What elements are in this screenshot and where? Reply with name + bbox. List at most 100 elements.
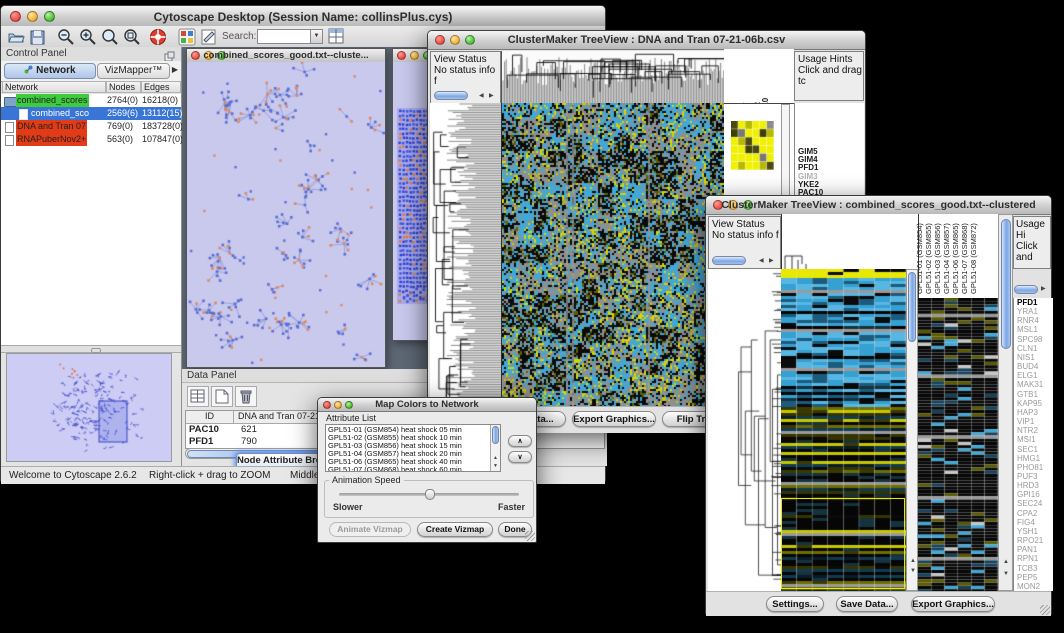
zoom-out-icon[interactable]: [57, 28, 77, 46]
tv2-heatmap-vscrollbar[interactable]: ▲ ▼: [906, 269, 918, 591]
tv2-column-label[interactable]: GPL51-06 (GSM865): [952, 223, 960, 294]
tv2-gene-label[interactable]: HAP3: [1014, 408, 1053, 417]
attribute-list-item[interactable]: GPL51-06 (GSM865) heat shock 40 min: [328, 458, 489, 466]
tv2-gene-label[interactable]: GTB1: [1014, 390, 1053, 399]
tv2-gene-label[interactable]: MON2: [1014, 582, 1053, 591]
scroll-down-icon[interactable]: ▼: [1003, 571, 1009, 578]
tv2-gene-label[interactable]: NTR2: [1014, 426, 1053, 435]
animation-speed-slider[interactable]: [339, 493, 519, 496]
scroll-up-icon[interactable]: ▲: [910, 558, 916, 565]
network-list-item[interactable]: combined_scores2764(0)16218(0): [1, 94, 181, 107]
tv2-gene-label[interactable]: PUF3: [1014, 472, 1053, 481]
tv2-gene-label[interactable]: VIP1: [1014, 417, 1053, 426]
tv2-gene-label[interactable]: CPA2: [1014, 509, 1053, 518]
network-list-item[interactable]: combined_sco2569(6)13112(15): [1, 107, 181, 120]
tv2-gene-label[interactable]: NIS1: [1014, 353, 1053, 362]
more-tabs-button[interactable]: ▶: [172, 65, 178, 74]
settings-button[interactable]: Settings...: [766, 596, 824, 612]
save-data-button[interactable]: Save Data...: [836, 596, 898, 612]
slider-thumb[interactable]: [425, 489, 435, 500]
search-input[interactable]: [257, 29, 311, 44]
tab-network[interactable]: Network: [4, 63, 96, 79]
tv2-gene-label[interactable]: RNR4: [1014, 316, 1053, 325]
tv2-column-label[interactable]: GPL51-07 (GSM868): [961, 223, 969, 294]
tv2-column-label[interactable]: GPL51-04 (GSM857): [943, 223, 951, 294]
zoom-in-icon[interactable]: [79, 28, 99, 46]
main-titlebar[interactable]: Cytoscape Desktop (Session Name: collins…: [1, 6, 605, 27]
tv2-gene-label[interactable]: SEC24: [1014, 499, 1053, 508]
new-attribute-icon[interactable]: [211, 386, 233, 407]
tv2-gene-label[interactable]: HRD3: [1014, 481, 1053, 490]
data-table-row-value[interactable]: 621: [241, 424, 257, 435]
tv2-usage-scrollbar[interactable]: ▶: [1013, 284, 1051, 297]
scroll-down-icon[interactable]: ▼: [910, 568, 916, 575]
tv2-gene-label[interactable]: FIG4: [1014, 518, 1053, 527]
tv2-gene-label[interactable]: PHO81: [1014, 463, 1053, 472]
save-icon[interactable]: [28, 28, 48, 46]
panel-splitter[interactable]: [1, 345, 181, 353]
tv1-row-dendrogram[interactable]: [430, 103, 501, 406]
help-lifesaver-icon[interactable]: [149, 28, 169, 46]
tv1-selected-submatrix-heatmap[interactable]: [731, 121, 774, 170]
tv2-gene-label[interactable]: YSH1: [1014, 527, 1053, 536]
delete-attribute-icon[interactable]: [235, 386, 257, 407]
zoom-fit-icon[interactable]: [101, 28, 121, 46]
view-status-scrollbar[interactable]: [712, 256, 746, 265]
network-list-item[interactable]: RNAPuberNov2+563(0)107847(0): [1, 133, 181, 146]
close-button[interactable]: [397, 51, 406, 60]
annotation-icon[interactable]: [200, 28, 220, 46]
scroll-left-icon[interactable]: ◀: [479, 93, 484, 100]
tv2-titlebar[interactable]: ClusterMaker TreeView : combined_scores_…: [706, 196, 1051, 215]
tv2-gene-label[interactable]: TCB3: [1014, 564, 1053, 573]
scroll-up-icon[interactable]: ▲: [1003, 559, 1009, 566]
attribute-list-item[interactable]: GPL51-01 (GSM854) heat shock 05 min: [328, 426, 489, 434]
export-graphics-button[interactable]: Export Graphics...: [911, 596, 995, 612]
move-up-button[interactable]: ∧: [508, 435, 532, 447]
attribute-list-vscrollbar[interactable]: ▲ ▼: [490, 425, 500, 471]
tv2-gene-label[interactable]: MSL1: [1014, 325, 1053, 334]
tv2-column-dendrogram[interactable]: [781, 214, 919, 269]
tv1-titlebar[interactable]: ClusterMaker TreeView : DNA and Tran 07-…: [428, 31, 865, 50]
scroll-up-icon[interactable]: ▲: [493, 455, 498, 462]
tv2-gene-vscrollbar[interactable]: ▲ ▼: [998, 214, 1013, 591]
tv2-gene-label[interactable]: MAK31: [1014, 380, 1053, 389]
attribute-list-item[interactable]: GPL51-02 (GSM855) heat shock 10 min: [328, 434, 489, 442]
attribute-list-item[interactable]: GPL51-03 (GSM856) heat shock 15 min: [328, 442, 489, 450]
tv2-column-label[interactable]: GPL51-02 (GSM855): [925, 223, 933, 294]
tv2-gene-label[interactable]: SPC98: [1014, 335, 1053, 344]
search-dropdown-button[interactable]: ▼: [310, 29, 323, 44]
zoom-selected-icon[interactable]: [123, 28, 143, 46]
tv2-secondary-heatmap[interactable]: [918, 298, 998, 591]
data-table-row-value[interactable]: 790: [241, 436, 257, 447]
resize-grip[interactable]: [1040, 605, 1050, 615]
scroll-down-icon[interactable]: ▼: [493, 463, 498, 470]
scroll-left-icon[interactable]: ◀: [759, 258, 764, 265]
tv2-gene-label[interactable]: YRA1: [1014, 307, 1053, 316]
tv2-gene-label[interactable]: ELG1: [1014, 371, 1053, 380]
scroll-right-icon[interactable]: ▶: [1041, 286, 1046, 293]
tv2-gene-label[interactable]: KAP95: [1014, 399, 1053, 408]
tv2-gene-label[interactable]: BUD4: [1014, 362, 1053, 371]
network-list-item[interactable]: DNA and Tran 07769(0)183728(0): [1, 120, 181, 133]
view-status-scrollbar[interactable]: [434, 91, 468, 100]
export-graphics-button[interactable]: Export Graphics...: [572, 411, 656, 427]
tab-vizmapper[interactable]: VizMapper™: [97, 63, 170, 79]
network-table-icon[interactable]: [328, 28, 348, 46]
network-canvas[interactable]: [187, 62, 385, 367]
attribute-list-item[interactable]: GPL51-04 (GSM857) heat shock 20 min: [328, 450, 489, 458]
tv2-main-heatmap[interactable]: [781, 269, 906, 591]
tv2-gene-label[interactable]: MSI1: [1014, 435, 1053, 444]
tv2-column-label[interactable]: GPL51-03 (GSM856): [934, 223, 942, 294]
tv1-column-dendrogram[interactable]: [501, 51, 725, 104]
network-view-titlebar[interactable]: combined_scores_good.txt--cluste...: [187, 49, 385, 63]
minimize-button[interactable]: [410, 51, 419, 60]
tv2-gene-label[interactable]: GPI16: [1014, 490, 1053, 499]
scroll-right-icon[interactable]: ▶: [769, 258, 774, 265]
open-file-icon[interactable]: [6, 28, 26, 46]
tv2-gene-label[interactable]: RPO21: [1014, 536, 1053, 545]
tv2-gene-label[interactable]: PFD1: [1014, 298, 1053, 307]
create-vizmap-button[interactable]: Create Vizmap: [417, 522, 493, 537]
dialog-titlebar[interactable]: Map Colors to Network: [318, 398, 536, 412]
tv2-gene-label[interactable]: HMG1: [1014, 454, 1053, 463]
tv2-gene-label[interactable]: CLN1: [1014, 344, 1053, 353]
